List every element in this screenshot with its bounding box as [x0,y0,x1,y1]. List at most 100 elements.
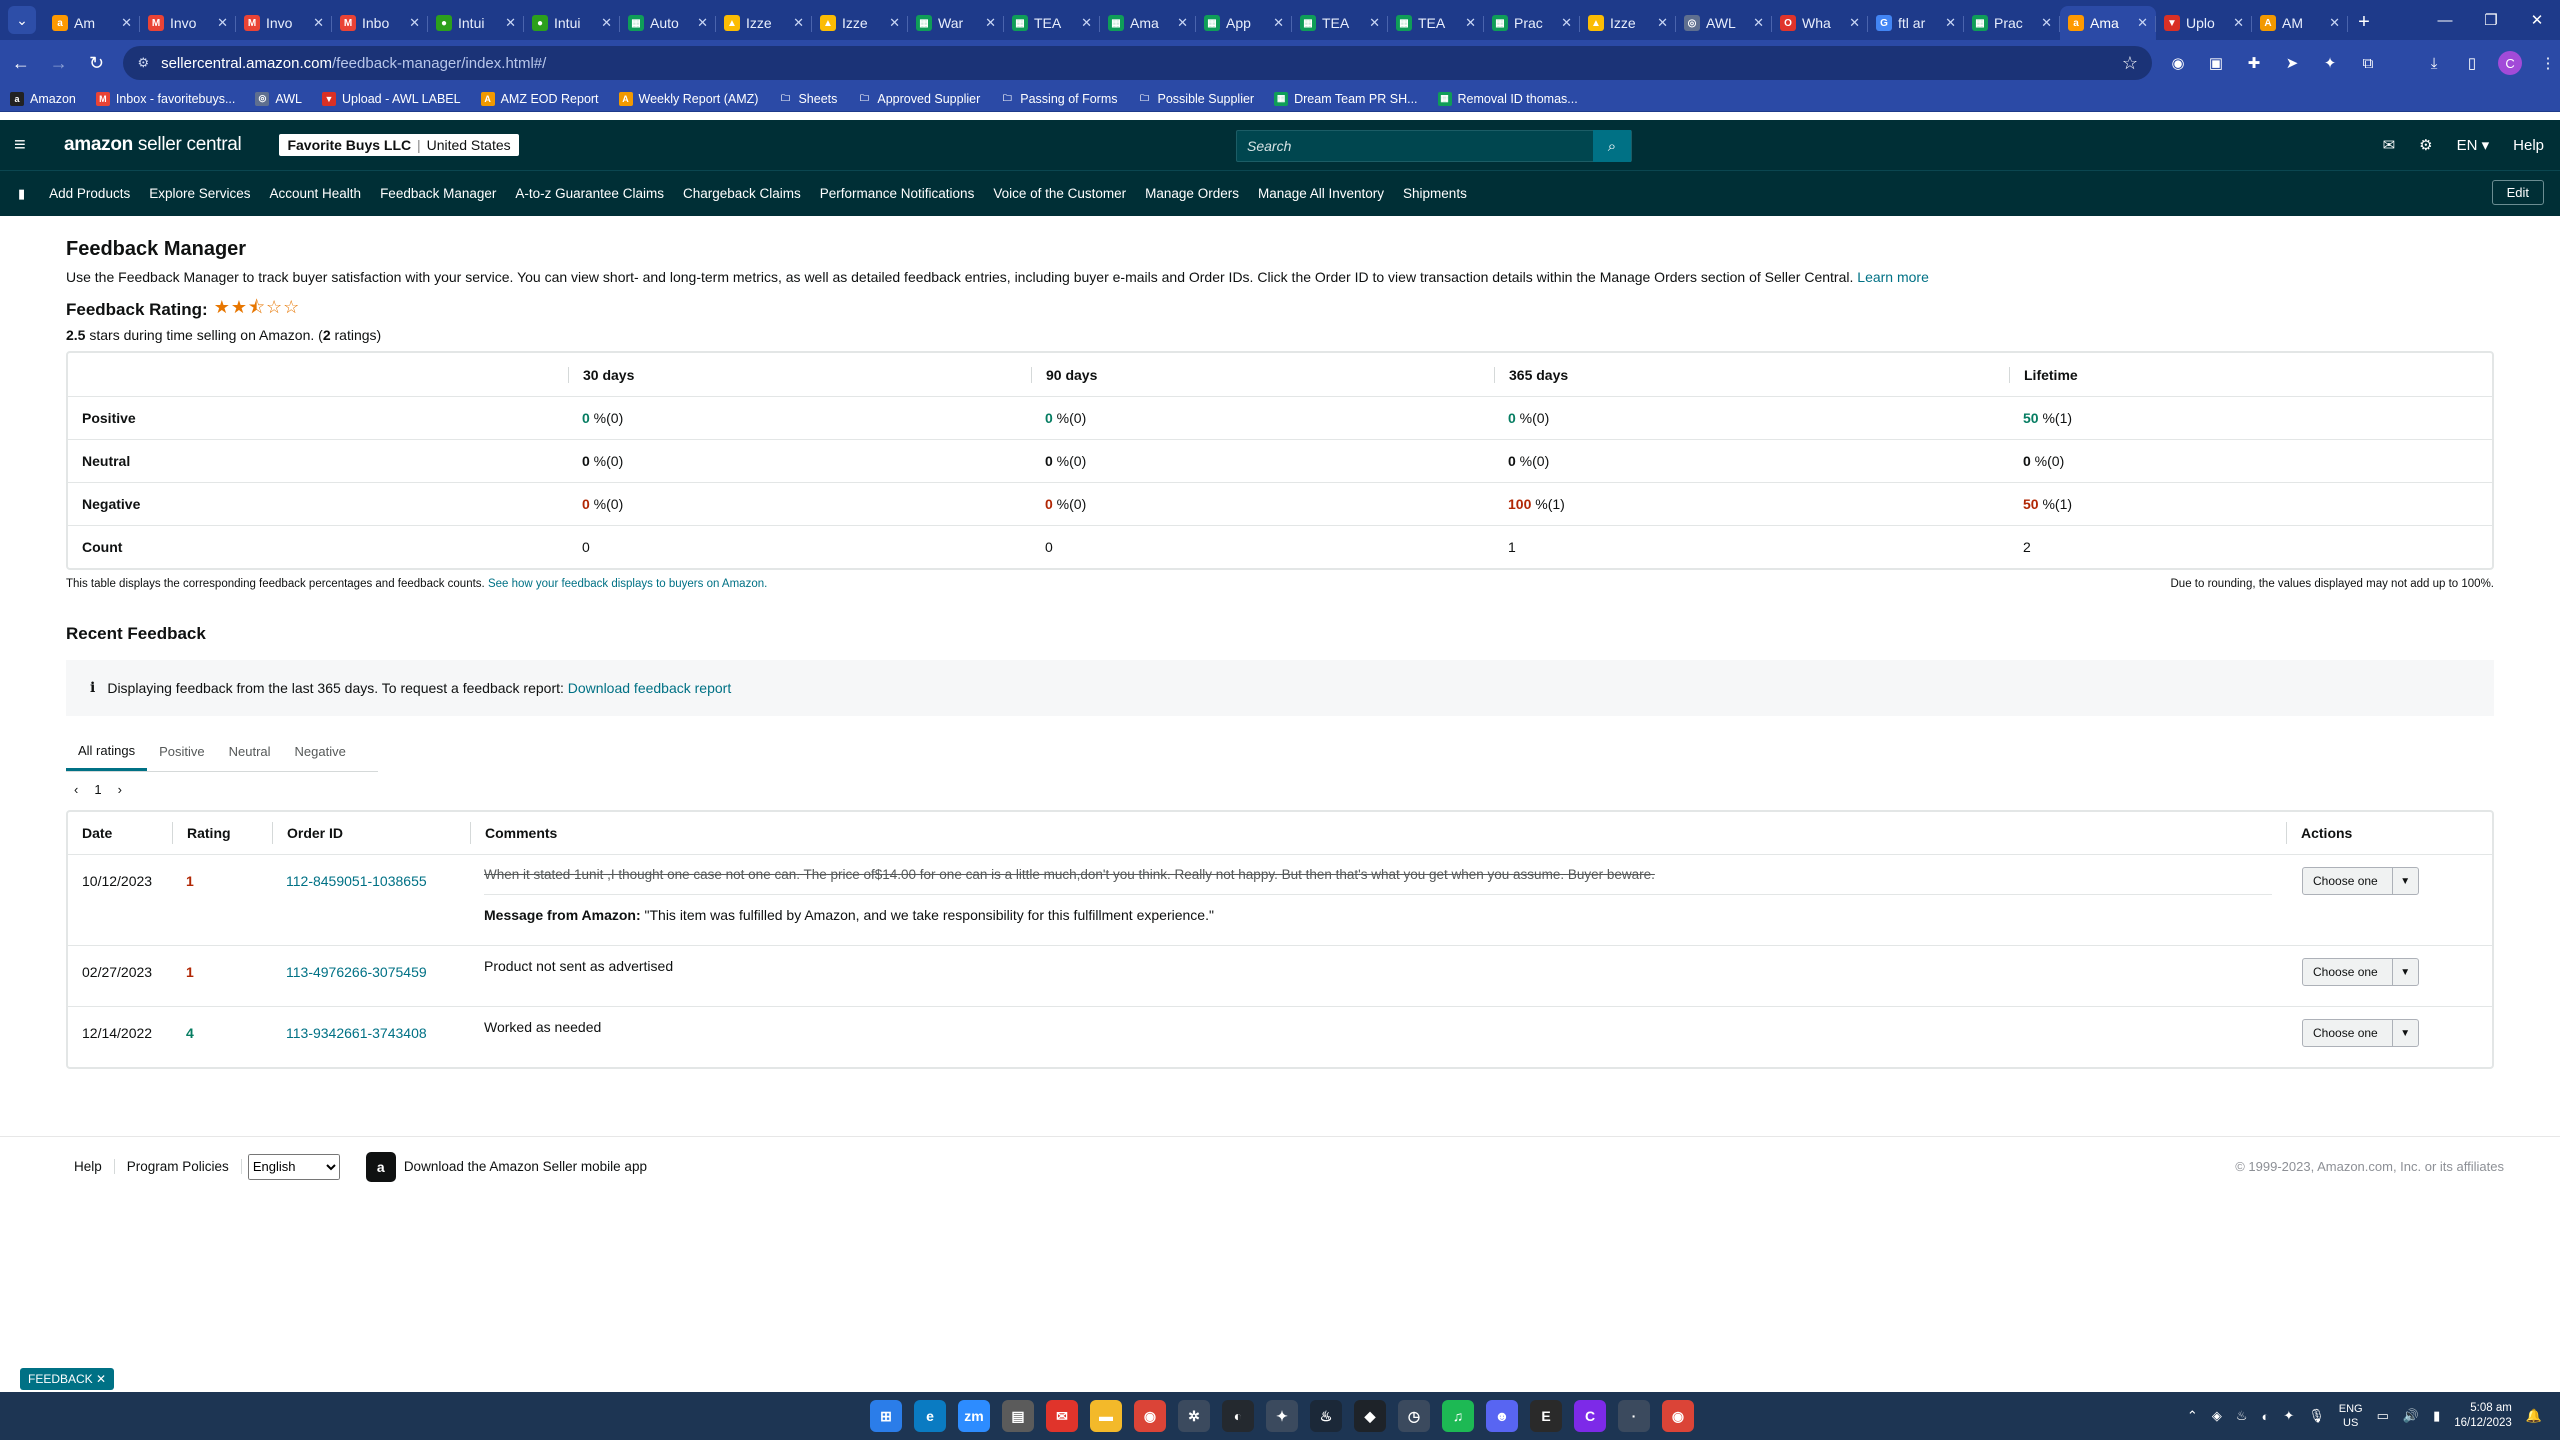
tab-close-icon[interactable]: ✕ [1465,15,1476,31]
notification-bell-icon[interactable]: 🔔 [2526,1408,2542,1424]
calculator-icon[interactable]: ▤ [1002,1400,1034,1432]
nav-link-voice-of-the-customer[interactable]: Voice of the Customer [993,186,1126,201]
download-report-link[interactable]: Download feedback report [568,680,731,696]
tab-close-icon[interactable]: ✕ [1177,15,1188,31]
restore-icon[interactable]: ❐ [2468,11,2514,29]
mic-icon[interactable]: 🎙 [2308,1408,2325,1424]
tray-app-icon[interactable]: ◈ [2212,1408,2222,1424]
tab-close-icon[interactable]: ✕ [313,15,324,31]
choose-action-dropdown[interactable]: Choose one ▼ [2302,1019,2419,1047]
battery-icon[interactable]: ▮ [2433,1408,2440,1424]
tab-close-icon[interactable]: ✕ [2137,15,2148,31]
account-switcher[interactable]: Favorite Buys LLC | United States [279,134,519,156]
volume-icon[interactable]: 🔊 [2403,1408,2419,1424]
bookmark-item[interactable]: 🗀 Sheets [778,92,837,106]
site-info-icon[interactable]: ⚙ [137,55,149,71]
tab-close-icon[interactable]: ✕ [121,15,132,31]
input-language[interactable]: ENG US [2339,1402,2363,1430]
nav-link-manage-orders[interactable]: Manage Orders [1145,186,1239,201]
extension-icon[interactable]: ✦ [2318,51,2342,75]
browser-menu-icon[interactable]: ⋮ [2536,51,2560,75]
nav-link-a-to-z-guarantee-claims[interactable]: A-to-z Guarantee Claims [515,186,664,201]
feather-tray-icon[interactable]: ✦ [2283,1408,2294,1424]
browser-tab[interactable]: ▦ TEA ✕ [1004,6,1100,40]
bookmark-item[interactable]: ▦ Removal ID thomas... [1437,91,1578,106]
address-bar[interactable]: ⚙ sellercentral.amazon.com/feedback-mana… [123,46,2153,80]
browser-tab[interactable]: ● Intui ✕ [524,6,620,40]
nav-link-account-health[interactable]: Account Health [270,186,362,201]
order-id-link[interactable]: 112-8459051-1038655 [272,867,470,923]
tab-close-icon[interactable]: ✕ [985,15,996,31]
tab-search-button[interactable]: ⌄ [8,6,36,34]
bookmark-item[interactable]: ▼ Upload - AWL LABEL [322,91,461,106]
bookmark-item[interactable]: a Amazon [10,91,76,106]
help-link[interactable]: Help [2513,137,2544,154]
browser-tab[interactable]: ▦ Prac ✕ [1964,6,2060,40]
browser-tab[interactable]: ▦ Ama ✕ [1100,6,1196,40]
download-icon[interactable]: ⤓ [2422,51,2446,75]
tab-close-icon[interactable]: ✕ [2329,15,2340,31]
extension-icon[interactable]: ➤ [2280,51,2304,75]
nav-link-chargeback-claims[interactable]: Chargeback Claims [683,186,801,201]
sidebar-icon[interactable]: ▯ [2460,51,2484,75]
chrome-icon[interactable]: ◉ [1134,1400,1166,1432]
tab-all-ratings[interactable]: All ratings [66,732,148,771]
forward-icon[interactable]: → [42,46,76,80]
tab-close-icon[interactable]: ✕ [601,15,612,31]
tab-close-icon[interactable]: ✕ [2041,15,2052,31]
search-box[interactable]: Search ⌕ [1236,130,1632,162]
search-icon[interactable]: ⌕ [1593,130,1631,162]
tab-close-icon[interactable]: ✕ [1081,15,1092,31]
system-clock[interactable]: 5:08 am 16/12/2023 [2454,1401,2512,1431]
footer-language-select[interactable]: English [247,1153,340,1180]
feedback-widget-button[interactable]: FEEDBACK ✕ [20,1368,115,1390]
tab-close-icon[interactable]: ✕ [1561,15,1572,31]
tab-close-icon[interactable]: ✕ [1945,15,1956,31]
tab-positive[interactable]: Positive [147,732,217,771]
tab-close-icon[interactable]: ✕ [2233,15,2244,31]
bookmark-item[interactable]: A Weekly Report (AMZ) [618,91,758,106]
feather-icon[interactable]: ✦ [1266,1400,1298,1432]
next-page-icon[interactable]: › [118,782,122,797]
extension-icon[interactable]: ✚ [2242,51,2266,75]
explorer-icon[interactable]: ▬ [1090,1400,1122,1432]
browser-tab[interactable]: ▦ Prac ✕ [1484,6,1580,40]
steam-icon[interactable]: ♨ [1310,1400,1342,1432]
browser-tab[interactable]: a Am ✕ [44,6,140,40]
footer-program-policies-link[interactable]: Program Policies [115,1159,242,1174]
edge-icon[interactable]: e [914,1400,946,1432]
page-number[interactable]: 1 [94,782,101,797]
prev-page-icon[interactable]: ‹ [74,782,78,797]
order-id-link[interactable]: 113-9342661-3743408 [272,1019,470,1047]
browser-tab[interactable]: O Wha ✕ [1772,6,1868,40]
start-icon[interactable]: ⊞ [870,1400,902,1432]
search-input[interactable]: Search [1237,138,1593,154]
nav-link-performance-notifications[interactable]: Performance Notifications [820,186,975,201]
browser-tab[interactable]: M Invo ✕ [236,6,332,40]
tab-close-icon[interactable]: ✕ [889,15,900,31]
settings-gear-icon[interactable]: ⚙ [2419,136,2432,154]
hamburger-menu-icon[interactable]: ≡ [14,134,44,157]
choose-action-dropdown[interactable]: Choose one ▼ [2302,958,2419,986]
tab-close-icon[interactable]: ✕ [409,15,420,31]
browser-tab[interactable]: ▲ Izze ✕ [716,6,812,40]
browser-tab[interactable]: M Inbo ✕ [332,6,428,40]
close-window-icon[interactable]: ✕ [2514,11,2560,29]
buyer-display-link[interactable]: See how your feedback displays to buyers… [488,578,767,590]
clock-app-icon[interactable]: ◷ [1398,1400,1430,1432]
learn-more-link[interactable]: Learn more [1857,269,1929,285]
browser-tab[interactable]: ▼ Uplo ✕ [2156,6,2252,40]
browser-tab[interactable]: ● Intui ✕ [428,6,524,40]
footer-help-link[interactable]: Help [62,1159,115,1174]
tab-close-icon[interactable]: ✕ [697,15,708,31]
tab-negative[interactable]: Negative [283,732,358,771]
reload-icon[interactable]: ↻ [80,46,114,80]
bookmark-star-icon[interactable]: ☆ [2122,53,2138,74]
browser-tab[interactable]: Gftl ar ✕ [1868,6,1964,40]
tab-close-icon[interactable]: ✕ [505,15,516,31]
bookmark-item[interactable]: M Inbox - favoritebuys... [95,91,235,106]
browser-tab[interactable]: ▲ Izze ✕ [1580,6,1676,40]
tab-close-icon[interactable]: ✕ [217,15,228,31]
browser-tab[interactable]: ▲ Izze ✕ [812,6,908,40]
chevron-down-icon[interactable]: ▼ [2391,959,2418,985]
